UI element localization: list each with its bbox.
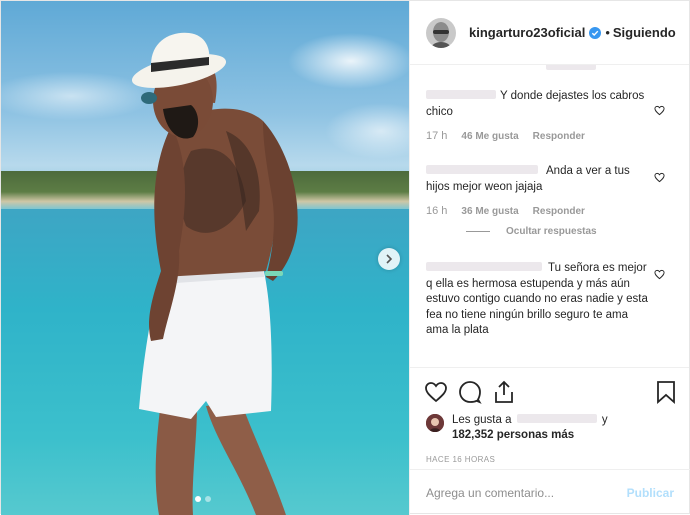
likes-summary: Les gusta a y 182,352 personas más — [410, 413, 689, 443]
heart-icon[interactable] — [424, 380, 448, 404]
liker-avatar-image — [426, 414, 444, 432]
instagram-post-view: kingarturo23oficial • Siguiendo Y donde … — [0, 0, 690, 515]
post-side-panel: kingarturo23oficial • Siguiendo Y donde … — [409, 1, 690, 515]
comment-time[interactable]: 16 h — [426, 205, 447, 217]
comment-like-heart-icon[interactable] — [654, 105, 665, 116]
comment-item: Y donde dejastes los cabros chico 17 h 4… — [426, 89, 673, 142]
reply-button[interactable]: Responder — [533, 206, 585, 217]
redacted-username[interactable] — [426, 262, 542, 271]
hide-replies-label: Ocultar respuestas — [506, 226, 597, 237]
chevron-right-icon — [386, 254, 393, 264]
likes-joiner: y — [601, 414, 608, 426]
comment-input[interactable] — [426, 485, 627, 500]
post-header: kingarturo23oficial • Siguiendo — [410, 1, 689, 65]
replies-divider-line — [466, 231, 490, 232]
likes-text: Les gusta a y 182,352 personas más — [452, 413, 608, 443]
redacted-text — [546, 65, 596, 70]
bookmark-icon[interactable] — [655, 380, 677, 404]
comment-composer: Publicar — [410, 469, 690, 515]
comment-likes[interactable]: 46 Me gusta — [461, 131, 518, 142]
reply-button[interactable]: Responder — [533, 131, 585, 142]
post-photo[interactable] — [1, 1, 409, 515]
publish-button[interactable]: Publicar — [627, 486, 674, 500]
comment-meta: 17 h 46 Me gusta Responder — [426, 130, 649, 142]
clipped-comment-remnant — [426, 65, 673, 73]
post-actions-bar — [410, 367, 689, 415]
carousel-dot-active — [195, 496, 201, 502]
verified-badge-icon — [589, 26, 602, 39]
comment-meta: 16 h 36 Me gusta Responder — [426, 205, 649, 217]
follow-status-button[interactable]: Siguiendo — [613, 25, 676, 40]
comment-icon[interactable] — [458, 380, 482, 404]
comment-item: Anda a ver a tus hijos mejor weon jajaja… — [426, 164, 673, 237]
hide-replies-button[interactable]: Ocultar respuestas — [426, 226, 649, 237]
comments-list[interactable]: Y donde dejastes los cabros chico 17 h 4… — [410, 65, 689, 367]
share-icon[interactable] — [492, 380, 516, 404]
liker-avatar[interactable] — [426, 414, 444, 432]
comment-time[interactable]: 17 h — [426, 130, 447, 142]
carousel-dot — [205, 496, 211, 502]
redacted-username[interactable] — [426, 90, 496, 99]
next-photo-button[interactable] — [378, 248, 400, 270]
redacted-username[interactable] — [426, 165, 538, 174]
man-in-hat-figure — [131, 32, 298, 515]
comment-like-heart-icon[interactable] — [654, 172, 665, 183]
comment-text: Anda a ver a tus hijos mejor weon jajaja — [426, 164, 649, 195]
likes-prefix: Les gusta a — [452, 414, 512, 426]
comment-text: Tu señora es mejor q ella es hermosa est… — [426, 261, 649, 339]
comment-likes[interactable]: 36 Me gusta — [461, 206, 518, 217]
comment-like-heart-icon[interactable] — [654, 269, 665, 280]
comment-body: Tu señora es mejor q ella es hermosa est… — [426, 262, 648, 336]
carousel-indicator — [195, 496, 211, 502]
avatar[interactable] — [426, 17, 456, 48]
redacted-username[interactable] — [516, 414, 597, 423]
post-timestamp[interactable]: HACE 16 HORAS — [410, 443, 689, 464]
comment-item: Tu señora es mejor q ella es hermosa est… — [426, 261, 673, 339]
post-username[interactable]: kingarturo23oficial — [469, 25, 585, 40]
header-separator: • — [605, 25, 610, 40]
likes-count[interactable]: 182,352 personas más — [452, 429, 574, 441]
profile-avatar-image — [426, 17, 456, 48]
comment-text: Y donde dejastes los cabros chico — [426, 89, 649, 120]
